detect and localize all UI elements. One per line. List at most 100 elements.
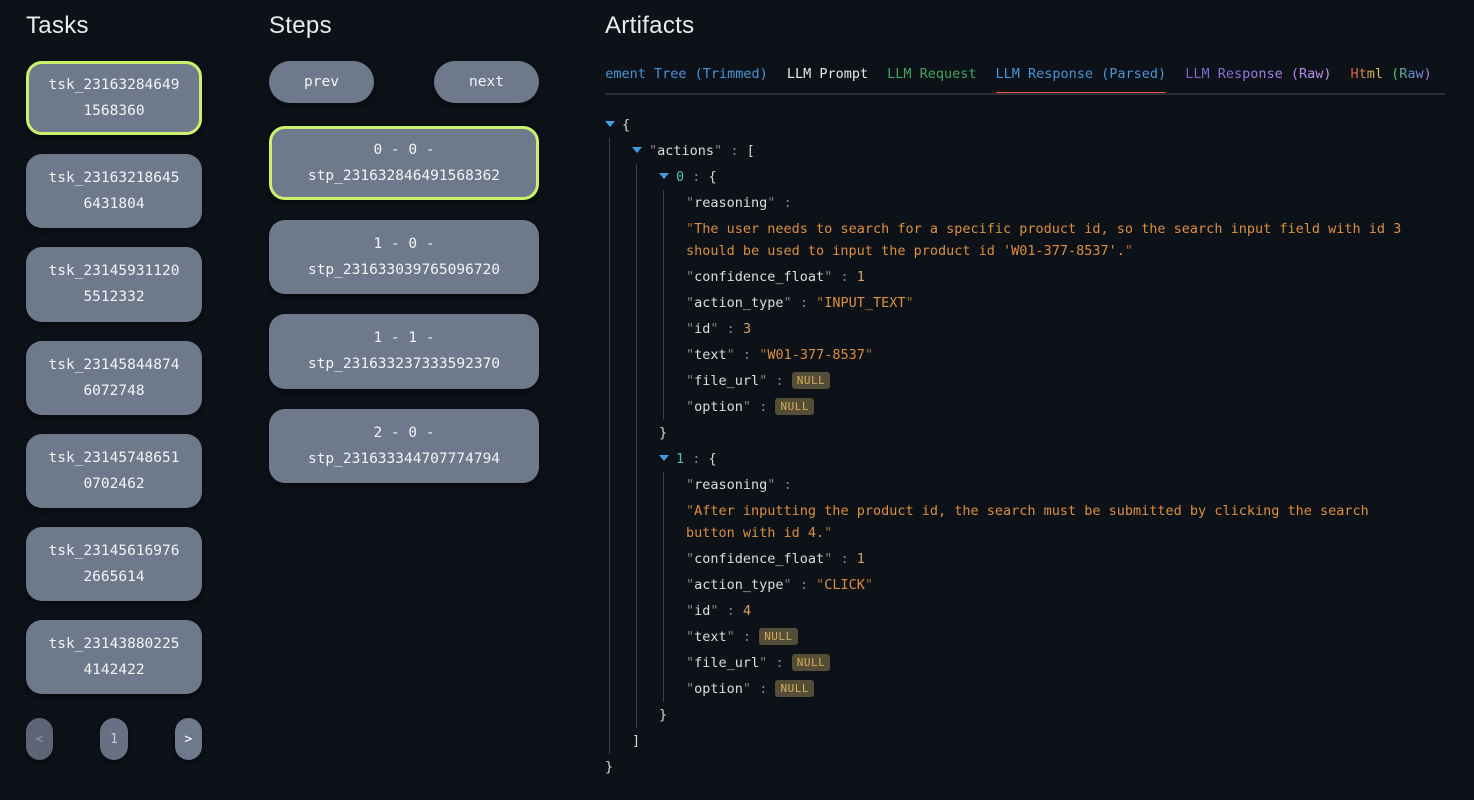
tasks-panel: Tasks tsk_231632846491568360tsk_23163218… — [26, 12, 202, 760]
json-row: } — [605, 754, 1445, 780]
json-row: "id" : 3 — [605, 316, 1445, 342]
tab-html-raw[interactable]: Html (Raw) — [1351, 66, 1432, 82]
step-button[interactable]: 1 - 0 - stp_231633039765096720 — [269, 220, 539, 294]
indent-guide — [609, 728, 610, 754]
indent-guide — [609, 190, 610, 216]
indent-guide — [663, 650, 664, 676]
indent-guide — [663, 216, 664, 264]
task-button[interactable]: tsk_231458448746072748 — [26, 341, 202, 415]
indent-guide — [609, 702, 610, 728]
json-row: "text" : "W01-377-8537" — [605, 342, 1445, 368]
indent-guide — [636, 190, 637, 216]
indent-guide — [609, 368, 610, 394]
collapse-arrow-icon[interactable] — [632, 147, 642, 153]
indent-guide — [609, 216, 610, 264]
collapse-arrow-icon[interactable] — [659, 455, 669, 461]
pagination-prev-button[interactable]: < — [26, 718, 53, 760]
task-button[interactable]: tsk_231457486510702462 — [26, 434, 202, 508]
indent-guide — [636, 446, 637, 472]
json-row: "text" : NULL — [605, 624, 1445, 650]
indent-guide — [663, 316, 664, 342]
step-button[interactable]: 0 - 0 - stp_231632846491568362 — [269, 126, 539, 200]
indent-guide — [609, 138, 610, 164]
indent-guide — [636, 290, 637, 316]
step-button[interactable]: 1 - 1 - stp_231633237333592370 — [269, 314, 539, 388]
indent-guide — [663, 676, 664, 702]
indent-guide — [636, 572, 637, 598]
indent-guide — [609, 446, 610, 472]
json-row: "reasoning" : — [605, 190, 1445, 216]
indent-guide — [609, 164, 610, 190]
json-row: "action_type" : "INPUT_TEXT" — [605, 290, 1445, 316]
tab-element-tree-trimmed[interactable]: Element Tree (Trimmed) — [605, 66, 768, 82]
json-row: "option" : NULL — [605, 394, 1445, 420]
pagination-page-1-button[interactable]: 1 — [100, 718, 127, 760]
json-row: "The user needs to search for a specific… — [605, 216, 1445, 264]
indent-guide — [636, 676, 637, 702]
indent-guide — [663, 572, 664, 598]
indent-guide — [636, 598, 637, 624]
artifacts-panel: Artifacts Element Tree (Trimmed) LLM Prom… — [605, 12, 1445, 780]
json-row: "file_url" : NULL — [605, 368, 1445, 394]
json-row: 0 : { — [605, 164, 1445, 190]
indent-guide — [609, 394, 610, 420]
json-row: "After inputting the product id, the sea… — [605, 498, 1445, 546]
indent-guide — [609, 316, 610, 342]
indent-guide — [636, 624, 637, 650]
task-button[interactable]: tsk_231456169762665614 — [26, 527, 202, 601]
indent-guide — [636, 342, 637, 368]
tab-llm-response-parsed[interactable]: LLM Response (Parsed) — [996, 66, 1167, 82]
task-button[interactable]: tsk_231632846491568360 — [26, 61, 202, 135]
indent-guide — [663, 290, 664, 316]
json-tree-viewer: {"actions" : [0 : {"reasoning" : "The us… — [605, 112, 1445, 780]
indent-guide — [663, 498, 664, 546]
indent-guide — [636, 368, 637, 394]
artifacts-title: Artifacts — [605, 12, 1445, 40]
null-badge: NULL — [792, 372, 831, 389]
steps-panel: Steps prev next 0 - 0 - stp_231632846491… — [269, 12, 539, 503]
next-step-button[interactable]: next — [434, 61, 539, 103]
indent-guide — [663, 546, 664, 572]
json-row: } — [605, 420, 1445, 446]
null-badge: NULL — [792, 654, 831, 671]
json-row: "confidence_float" : 1 — [605, 264, 1445, 290]
indent-guide — [663, 624, 664, 650]
indent-guide — [609, 420, 610, 446]
tab-llm-request[interactable]: LLM Request — [887, 66, 976, 82]
indent-guide — [636, 420, 637, 446]
tab-llm-prompt[interactable]: LLM Prompt — [787, 66, 868, 82]
indent-guide — [609, 676, 610, 702]
indent-guide — [609, 546, 610, 572]
null-badge: NULL — [775, 680, 814, 697]
indent-guide — [663, 342, 664, 368]
pagination-next-button[interactable]: > — [175, 718, 202, 760]
tasks-pagination: < 1 > — [26, 718, 202, 760]
step-button[interactable]: 2 - 0 - stp_231633344707774794 — [269, 409, 539, 483]
json-row: 1 : { — [605, 446, 1445, 472]
tab-llm-response-raw[interactable]: LLM Response (Raw) — [1185, 66, 1331, 82]
json-row: "id" : 4 — [605, 598, 1445, 624]
task-button[interactable]: tsk_231459311205512332 — [26, 247, 202, 321]
indent-guide — [636, 472, 637, 498]
prev-step-button[interactable]: prev — [269, 61, 374, 103]
json-row: "action_type" : "CLICK" — [605, 572, 1445, 598]
indent-guide — [636, 650, 637, 676]
collapse-arrow-icon[interactable] — [659, 173, 669, 179]
indent-guide — [609, 572, 610, 598]
task-button[interactable]: tsk_231438802254142422 — [26, 620, 202, 694]
collapse-arrow-icon[interactable] — [605, 121, 615, 127]
json-row: } — [605, 702, 1445, 728]
steps-title: Steps — [269, 12, 539, 40]
indent-guide — [636, 394, 637, 420]
indent-guide — [636, 702, 637, 728]
indent-guide — [609, 290, 610, 316]
indent-guide — [609, 342, 610, 368]
indent-guide — [609, 264, 610, 290]
json-row: "actions" : [ — [605, 138, 1445, 164]
null-badge: NULL — [775, 398, 814, 415]
json-row: "option" : NULL — [605, 676, 1445, 702]
null-badge: NULL — [759, 628, 798, 645]
indent-guide — [663, 394, 664, 420]
task-button[interactable]: tsk_231632186456431804 — [26, 154, 202, 228]
steps-nav: prev next — [269, 61, 539, 103]
